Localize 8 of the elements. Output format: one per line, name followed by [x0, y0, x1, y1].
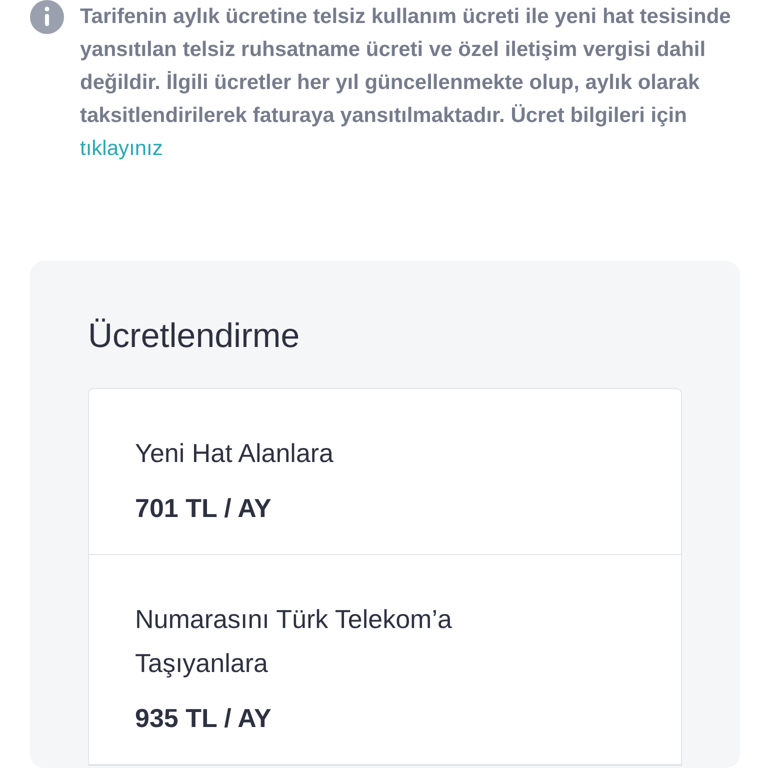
info-icon [30, 0, 64, 34]
tariff-price: 701 TL / AY [135, 493, 272, 524]
pricing-title: Ücretlendirme [88, 317, 301, 356]
notice-text: Tarifenin aylık ücretine telsiz kullanım ücreti ile yeni hat tesisinde yansıtılan telsiz ruhsatname ücreti ve özel iletişim vergisi dahil değildir. İlgili ücretler her yıl güncellenmekte olup, aylık olarak taksitlendirilerek faturaya yansıtılmaktadır. Ücret bilgileri için tıklayınız [80, 4, 732, 162]
details-link[interactable]: tıklayınız [80, 137, 163, 160]
tariff-label: Yeni Hat Alanlara [135, 437, 335, 470]
tariff-label: Numarasını Türk Telekom’a Taşıyanlara [135, 603, 453, 680]
tariff-price: 935 TL / AY [135, 703, 272, 734]
